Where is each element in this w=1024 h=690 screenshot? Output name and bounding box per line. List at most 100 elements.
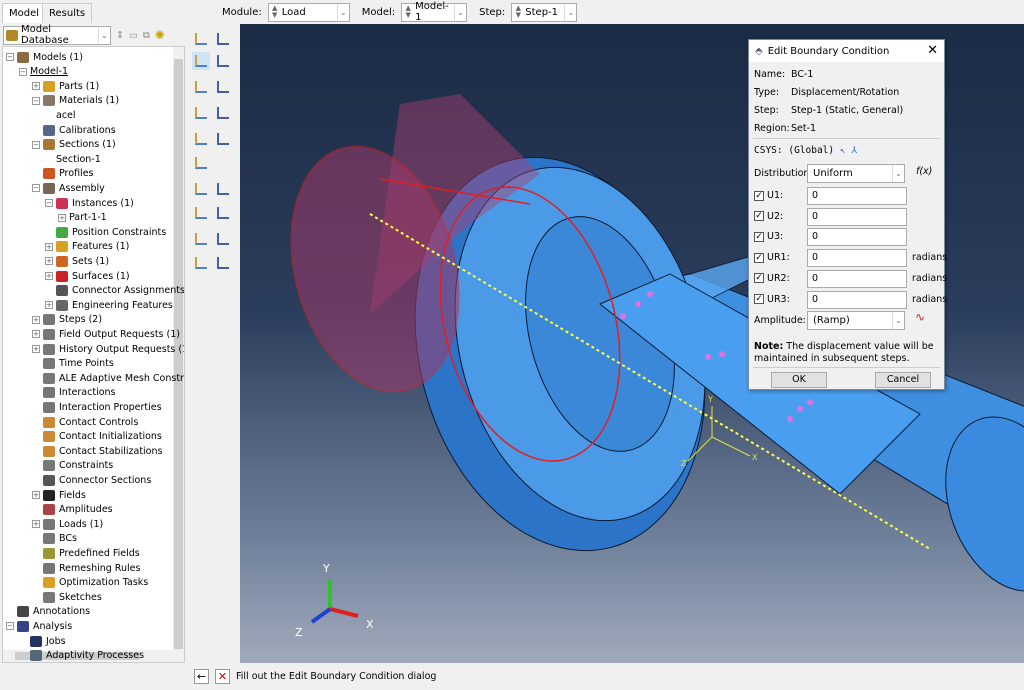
fx-button[interactable]: f(x) (916, 166, 932, 177)
tree-item[interactable]: + Part-1-1 (58, 211, 107, 225)
tree-item[interactable]: Jobs (19, 634, 66, 648)
tree-item[interactable]: Amplitudes (32, 503, 113, 517)
expand-icon[interactable]: + (32, 345, 40, 353)
tree-item[interactable]: Position Constraints (45, 225, 166, 239)
tree-item[interactable]: − Assembly (32, 181, 105, 195)
toolbox-button[interactable] (214, 104, 232, 122)
dof-checkbox[interactable]: ✓ UR3: (754, 294, 790, 305)
checkbox-icon[interactable]: ✓ (754, 190, 764, 201)
toolbox-button[interactable] (192, 180, 210, 198)
step-select[interactable]: ▲ ▼ Step-1 ⌄ (511, 2, 578, 22)
move-updown-icon[interactable]: ⇕ (116, 30, 124, 41)
tree-item[interactable]: + Sets (1) (45, 254, 109, 268)
collapse-icon[interactable]: − (32, 96, 40, 105)
tree-item[interactable]: ALE Adaptive Mesh Constrai (32, 371, 184, 385)
amplitude-select[interactable]: (Ramp) ⌄ (807, 311, 905, 330)
tree-item[interactable]: Annotations (6, 605, 90, 619)
tree-item[interactable]: Adaptivity Processes (19, 649, 144, 662)
toolbox-button[interactable] (214, 180, 232, 198)
ok-button[interactable]: OK (771, 372, 827, 388)
lightbulb-icon[interactable]: ✺ (155, 28, 165, 42)
tree-item[interactable]: − Sections (1) (32, 138, 116, 152)
cancel-x-icon[interactable]: ✕ (215, 669, 230, 684)
filter-icon[interactable]: ⧉ (143, 30, 150, 41)
close-icon[interactable]: ✕ (927, 43, 938, 58)
toolbox-button[interactable] (214, 204, 232, 222)
tree-item[interactable]: Interactions (32, 386, 116, 400)
tree-item[interactable]: Contact Stabilizations (32, 444, 162, 458)
toolbox-button[interactable] (192, 154, 210, 172)
expand-icon[interactable]: + (45, 272, 53, 280)
toolbox-button[interactable] (214, 130, 232, 148)
toolbox-button[interactable] (214, 78, 232, 96)
checkbox-icon[interactable]: ✓ (754, 294, 764, 304)
tree-item[interactable]: + Steps (2) (32, 313, 102, 327)
tree-item[interactable]: − Materials (1) (32, 94, 119, 108)
toolbox-button[interactable] (192, 230, 210, 248)
tree-item[interactable]: Connector Assignments (45, 284, 184, 298)
expand-icon[interactable]: + (45, 242, 53, 251)
tree-item[interactable]: − Models (1) (6, 50, 83, 64)
tree-item[interactable]: Interaction Properties (32, 400, 162, 414)
dof-checkbox[interactable]: ✓ U1: (754, 190, 783, 201)
toolbox-button[interactable] (214, 52, 232, 70)
tree-item[interactable]: Contact Initializations (32, 430, 162, 444)
tree-item[interactable]: + Loads (1) (32, 517, 103, 531)
tree-item[interactable]: Connector Sections (32, 473, 151, 487)
toolbox-button[interactable] (214, 254, 232, 272)
collapse-icon[interactable]: − (6, 53, 14, 61)
tree-item[interactable]: Contact Controls (32, 415, 138, 429)
expand-icon[interactable]: ▭ (129, 30, 138, 41)
toolbox-button[interactable] (192, 204, 210, 222)
tree-item[interactable]: + Parts (1) (32, 79, 99, 93)
expand-icon[interactable]: + (32, 330, 40, 339)
checkbox-icon[interactable]: ✓ (754, 231, 764, 242)
toolbox-button[interactable] (192, 130, 210, 148)
tree-item[interactable]: − Instances (1) (45, 196, 134, 210)
distribution-select[interactable]: Uniform ⌄ (807, 164, 905, 183)
dof-checkbox[interactable]: ✓ UR2: (754, 273, 790, 284)
toolbox-button[interactable] (192, 254, 210, 272)
toolbox-button[interactable] (214, 30, 232, 48)
expand-icon[interactable]: + (45, 257, 53, 266)
dof-checkbox[interactable]: ✓ UR1: (754, 252, 790, 263)
tab-results[interactable]: Results (42, 3, 93, 23)
tree-item[interactable]: + History Output Requests (1) (32, 342, 184, 356)
tree-item[interactable]: acel (45, 108, 76, 122)
collapse-icon[interactable]: − (19, 67, 27, 76)
tree-item[interactable]: + Field Output Requests (1) (32, 327, 180, 341)
dof-checkbox[interactable]: ✓ U3: (754, 231, 783, 242)
toolbox-button[interactable] (192, 30, 210, 48)
expand-icon[interactable]: + (32, 82, 40, 91)
collapse-icon[interactable]: − (45, 199, 53, 207)
tree-item[interactable]: + Engineering Features (45, 298, 173, 312)
tree-item[interactable]: + Features (1) (45, 240, 129, 254)
dof-input[interactable]: 0 (807, 249, 907, 268)
tree-item[interactable]: Remeshing Rules (32, 561, 140, 575)
dof-checkbox[interactable]: ✓ U2: (754, 211, 783, 222)
collapse-icon[interactable]: − (32, 184, 40, 193)
tree-item[interactable]: Section-1 (45, 152, 101, 166)
expand-icon[interactable]: + (32, 491, 40, 499)
tree-item[interactable]: Calibrations (32, 123, 116, 137)
dof-input[interactable]: 0 (807, 290, 907, 309)
model-select[interactable]: ▲ ▼ Model-1 ⌄ (401, 1, 468, 23)
tree-item[interactable]: − Analysis (6, 619, 72, 633)
checkbox-icon[interactable]: ✓ (754, 211, 764, 222)
tree-item[interactable]: Predefined Fields (32, 546, 140, 560)
tree-item[interactable]: Sketches (32, 590, 102, 604)
expand-icon[interactable]: + (45, 301, 53, 310)
checkbox-icon[interactable]: ✓ (754, 252, 764, 263)
collapse-icon[interactable]: − (6, 622, 14, 631)
amplitude-icon[interactable]: ∿ (915, 310, 925, 324)
dof-input[interactable]: 0 (807, 228, 907, 247)
dof-input[interactable]: 0 (807, 187, 907, 205)
cancel-button[interactable]: Cancel (875, 372, 931, 388)
dof-input[interactable]: 0 (807, 207, 907, 226)
tree-item[interactable]: BCs (32, 532, 77, 546)
tree-item[interactable]: Constraints (32, 459, 113, 473)
expand-icon[interactable]: + (58, 213, 66, 222)
select-cursor-icon[interactable]: ↖ (840, 145, 846, 156)
database-select[interactable]: Model Database ⌄ (3, 24, 111, 46)
dof-input[interactable]: 0 (807, 269, 907, 288)
